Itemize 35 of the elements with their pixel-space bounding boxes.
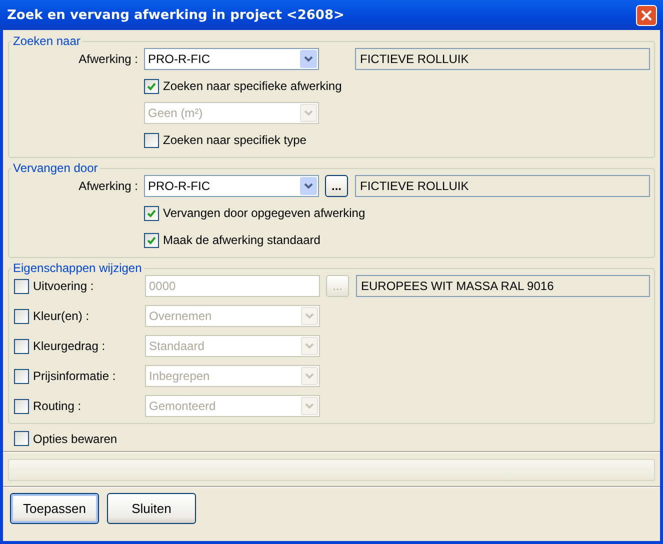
checkbox[interactable] (14, 278, 29, 294)
checkbox-label[interactable]: Kleurgedrag : (33, 339, 106, 353)
checkbox-label[interactable]: Zoeken naar specifiek type (163, 133, 306, 147)
group-title: Eigenschappen wijzigen (12, 261, 143, 275)
browse-button[interactable]: ... (325, 175, 348, 197)
checkbox-label[interactable]: Kleur(en) : (33, 309, 90, 323)
field-label: Afwerking : (78, 179, 139, 193)
checkbox[interactable] (14, 308, 29, 324)
description-field: FICTIEVE ROLLUIK (355, 48, 650, 70)
description-field: EUROPEES WIT MASSA RAL 9016 (356, 275, 650, 297)
dropdown[interactable]: PRO-R-FIC (144, 175, 319, 197)
field-label: Afwerking : (78, 52, 139, 66)
dialog-button[interactable]: Toepassen (10, 493, 99, 524)
checkbox[interactable] (14, 398, 29, 414)
checkbox[interactable] (144, 232, 159, 248)
checkbox-label[interactable]: Prijsinformatie : (33, 369, 116, 383)
checkbox[interactable] (144, 206, 159, 220)
checkbox-label[interactable]: Zoeken naar specifieke afwerking (163, 79, 342, 93)
checkbox-label[interactable]: Opties bewaren (33, 432, 118, 446)
dialog-button[interactable]: Sluiten (107, 493, 196, 524)
checkbox[interactable] (144, 132, 159, 148)
checkbox[interactable] (14, 338, 29, 354)
checkbox[interactable] (14, 368, 29, 384)
group-title: Vervangen door (12, 161, 99, 175)
checkbox-label[interactable]: Uitvoering : (33, 279, 94, 293)
dropdown[interactable]: PRO-R-FIC (144, 48, 319, 70)
checkbox[interactable] (14, 431, 29, 446)
description-field: FICTIEVE ROLLUIK (355, 175, 650, 197)
group-title: Zoeken naar (12, 34, 82, 48)
window-title: Zoek en vervang afwerking in project <2608> (7, 8, 344, 22)
checkbox-label[interactable]: Maak de afwerking standaard (163, 233, 320, 247)
checkbox-label[interactable]: Routing : (33, 399, 82, 413)
close-icon[interactable] (636, 4, 657, 26)
checkbox-label[interactable]: Vervangen door opgegeven afwerking (163, 206, 366, 220)
checkbox[interactable] (144, 78, 159, 94)
